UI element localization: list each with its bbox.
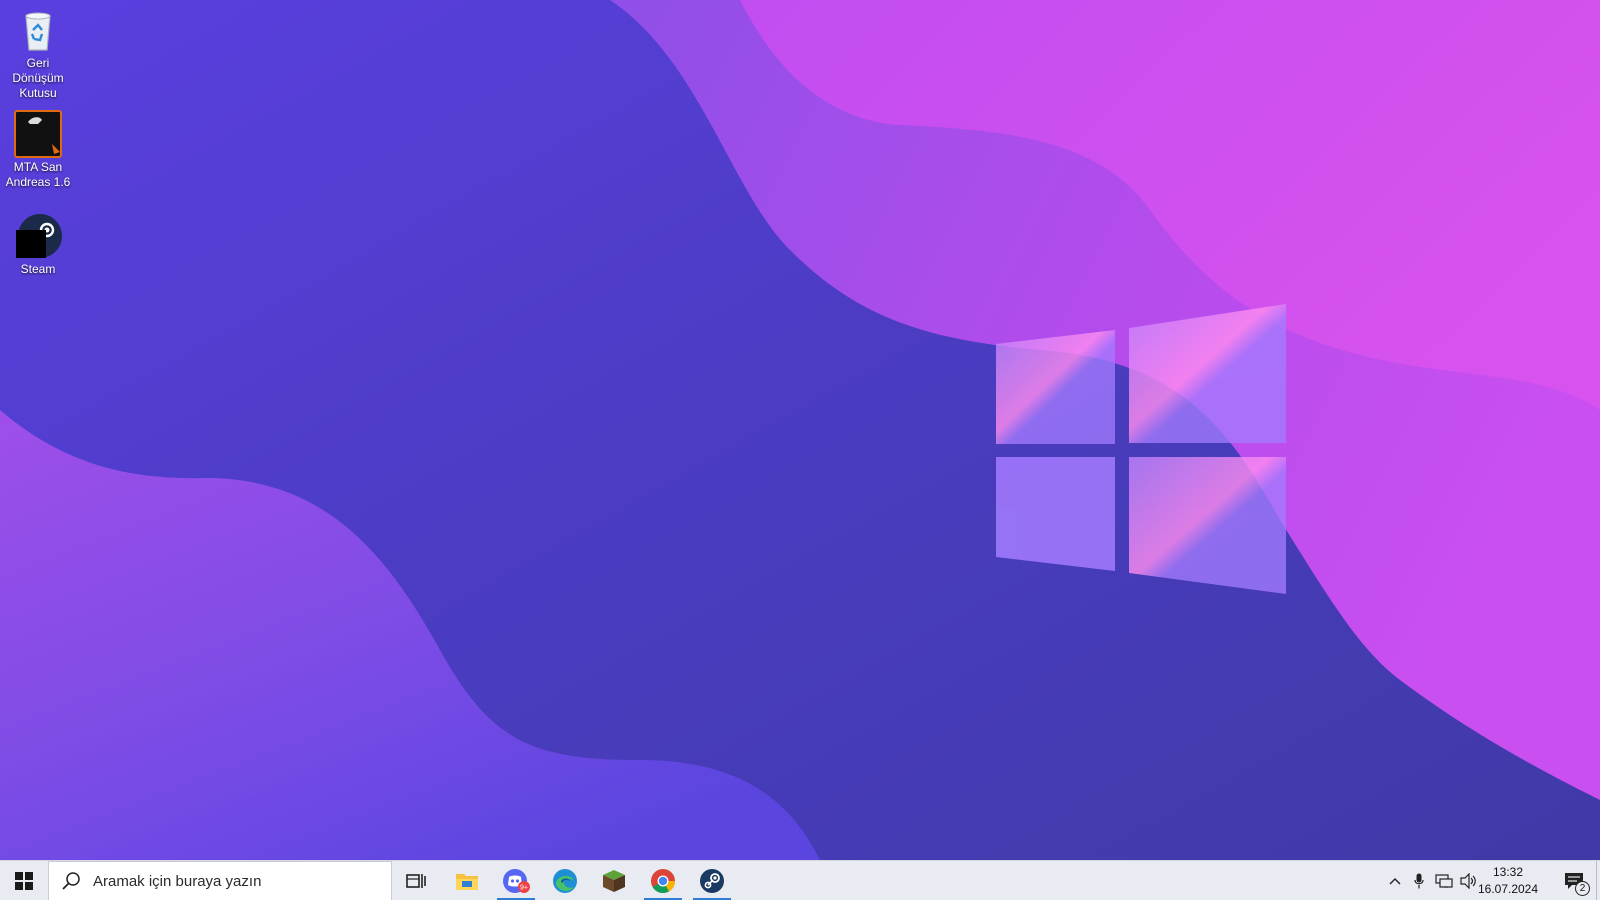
taskbar-edge[interactable] [542,861,588,900]
steam-icon [16,214,62,258]
desktop-icon-steam[interactable]: Steam [0,212,76,277]
taskbar-discord[interactable]: 9+ [493,861,539,900]
recycle-bin-icon [25,12,51,51]
action-center-button[interactable]: 2 [1554,861,1594,900]
discord-badge: 9+ [520,885,528,892]
desktop: Geri Dönüşüm Kutusu MTA San Andreas 1.6 … [0,0,1600,900]
task-view-button[interactable] [393,861,439,900]
desktop-icon-label: Steam [20,262,56,276]
wallpaper [0,0,1600,900]
minecraft-icon [603,870,625,892]
search-input[interactable] [91,871,375,891]
mta-icon [14,110,62,158]
search-box[interactable] [48,861,392,900]
clock-time: 13:32 [1492,865,1524,879]
tray-show-hidden-button[interactable] [1384,861,1406,900]
desktop-icon-label: MTA San Andreas 1.6 [5,160,71,189]
taskbar-steam[interactable] [689,861,735,900]
tray-microphone[interactable] [1408,861,1430,900]
desktop-icon-mta[interactable]: MTA San Andreas 1.6 [0,110,76,190]
microphone-icon [1414,873,1424,889]
network-icon [1435,874,1453,888]
windows-start-icon [15,872,33,890]
folder-icon [456,874,478,890]
desktop-icon-label: Geri Dönüşüm Kutusu [12,56,64,100]
chrome-icon [651,869,675,894]
desktop-icon-recycle-bin[interactable]: Geri Dönüşüm Kutusu [0,6,76,101]
taskbar-minecraft[interactable] [591,861,637,900]
taskbar-file-explorer[interactable] [444,861,490,900]
start-button[interactable] [0,861,48,900]
show-desktop-button[interactable] [1596,861,1600,900]
task-view-icon [406,874,426,888]
clock-date: 16.07.2024 [1477,882,1539,896]
edge-icon [553,869,577,893]
tray-network[interactable] [1432,861,1456,900]
chevron-up-icon [1389,878,1401,885]
taskbar: 9+ [0,860,1600,900]
steam-icon [700,869,724,893]
taskbar-clock[interactable]: 13:32 16.07.2024 [1468,864,1548,898]
notification-count-badge: 2 [1575,881,1590,896]
search-icon [62,872,80,890]
discord-icon: 9+ [503,869,530,893]
taskbar-chrome[interactable] [640,861,686,900]
